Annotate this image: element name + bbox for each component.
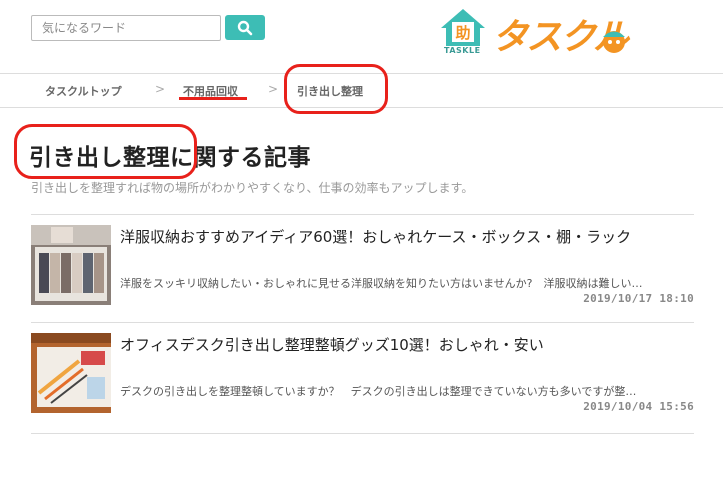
article-item[interactable]: オフィスデスク引き出し整理整頓グッズ10選！おしゃれ・安い デスクの引き出しを整… (31, 322, 694, 432)
logo-sub-text: TASKLE (444, 46, 481, 55)
search-icon (237, 20, 253, 35)
article-date: 2019/10/17 18:10 (583, 292, 694, 305)
breadcrumb-item-top[interactable]: タスクルトップ (45, 83, 122, 99)
breadcrumb-item-current: 引き出し整理 (297, 85, 363, 98)
list-divider (31, 433, 694, 434)
logo-badge: 助 (455, 24, 470, 42)
article-thumbnail[interactable] (31, 225, 111, 305)
desk-drawer-image (31, 333, 111, 413)
site-logo[interactable]: 助 TASKLE タスクル (438, 6, 638, 58)
article-excerpt: デスクの引き出しを整理整頓していますか？ デスクの引き出しは整理できていない方も… (120, 385, 637, 398)
search-button[interactable] (225, 15, 265, 40)
clothes-storage-image (31, 225, 111, 305)
search-input[interactable] (32, 16, 220, 40)
search-box[interactable] (31, 15, 221, 41)
breadcrumb: タスクルトップ > 不用品回収 > 引き出し整理 (0, 73, 723, 108)
page-title: 引き出し整理に関する記事 (29, 145, 311, 171)
article-item[interactable]: 洋服収納おすすめアイディア60選！おしゃれケース・ボックス・棚・ラック 洋服をス… (31, 214, 694, 324)
article-title[interactable]: 洋服収納おすすめアイディア60選！おしゃれケース・ボックス・棚・ラック (120, 226, 631, 247)
article-thumbnail[interactable] (31, 333, 111, 413)
article-title[interactable]: オフィスデスク引き出し整理整頓グッズ10選！おしゃれ・安い (120, 334, 544, 355)
page-subtitle: 引き出しを整理すれば物の場所がわかりやすくなり、仕事の効率もアップします。 (31, 181, 474, 195)
article-date: 2019/10/04 15:56 (583, 400, 694, 413)
highlight-underline (179, 97, 247, 100)
breadcrumb-separator: > (268, 82, 279, 96)
article-excerpt: 洋服をスッキリ収納したい・おしゃれに見せる洋服収納を知りたい方はいませんか? 洋… (120, 277, 643, 290)
mascot-icon (603, 31, 625, 53)
title-wrap: 引き出し整理に関する記事 (29, 138, 311, 172)
breadcrumb-separator: > (155, 82, 166, 96)
